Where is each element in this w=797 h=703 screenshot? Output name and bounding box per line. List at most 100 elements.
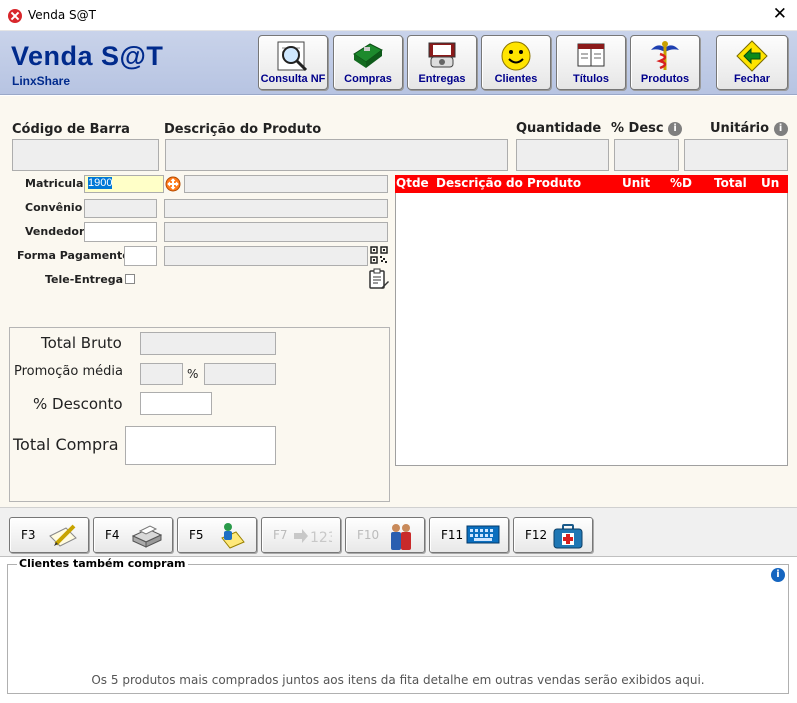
entregas-label: Entregas — [418, 73, 466, 85]
desconto-total-label: % Desconto — [33, 395, 123, 413]
f12-label: F12 — [525, 528, 548, 542]
f11-label: F11 — [441, 528, 464, 542]
grid-col-unit: Unit — [622, 176, 651, 190]
percent-symbol: % — [187, 367, 199, 381]
vendedor-label: Vendedor — [25, 225, 85, 238]
f10-label: F10 — [357, 528, 380, 542]
printer-icon — [131, 525, 163, 548]
quantidade-label: Quantidade — [516, 121, 602, 136]
medical-kit-icon — [553, 524, 583, 549]
quantidade-input[interactable] — [516, 139, 609, 171]
caduceus-icon — [651, 41, 679, 70]
qr-code-icon[interactable] — [370, 246, 388, 264]
cash-register-icon — [353, 43, 383, 68]
window-titlebar: Venda S@T ✕ — [0, 0, 797, 31]
f3-button[interactable]: F3 — [9, 517, 89, 553]
lookup-icon[interactable] — [165, 176, 181, 192]
grid-col-qtde: Qtde — [396, 176, 429, 190]
desconto-total-input[interactable] — [140, 392, 212, 415]
f3-label: F3 — [21, 528, 36, 542]
forma-pagamento-label: Forma Pagamento — [17, 249, 130, 262]
close-icon[interactable]: ✕ — [773, 4, 787, 24]
unitario-info-icon[interactable]: i — [773, 121, 788, 136]
tele-entrega-checkbox[interactable] — [125, 274, 135, 284]
matricula-input[interactable]: 1900 — [84, 175, 164, 193]
fechar-button[interactable]: Fechar — [716, 35, 788, 90]
book-phone-icon — [428, 42, 456, 68]
smiley-icon — [501, 41, 531, 71]
items-grid-header: Qtde Descrição do Produto Unit %D Total … — [395, 175, 788, 193]
vendedor-name-field — [164, 222, 388, 242]
vendedor-input[interactable] — [84, 222, 157, 242]
convenio-input[interactable] — [84, 199, 157, 218]
items-grid-body[interactable] — [395, 193, 788, 466]
produtos-button[interactable]: Produtos — [630, 35, 700, 90]
matricula-name-field — [184, 175, 388, 193]
promocao-media-field — [140, 363, 183, 385]
desconto-info-icon[interactable]: i — [668, 121, 683, 136]
grid-col-un: Un — [761, 176, 780, 190]
info-icon[interactable]: i — [771, 568, 785, 582]
f7-label: F7 — [273, 528, 288, 542]
clientes-button[interactable]: Clientes — [481, 35, 551, 90]
consulta-nf-button[interactable]: Consulta NF — [258, 35, 328, 90]
panel-note: Os 5 produtos mais comprados juntos aos … — [91, 673, 705, 687]
desconto-percent-label: % Desc i — [611, 121, 683, 136]
total-compra-label: Total Compra — [13, 435, 119, 454]
calendar-book-icon — [577, 43, 605, 67]
convenio-name-field — [164, 199, 388, 218]
total-bruto-field — [140, 332, 276, 355]
titulos-label: Títulos — [572, 73, 610, 85]
matricula-value: 1900 — [88, 177, 113, 189]
window-title: Venda S@T — [28, 8, 96, 22]
arrow-left-icon — [736, 40, 768, 72]
forma-pagamento-input[interactable] — [124, 246, 157, 266]
descricao-produto-input[interactable] — [165, 139, 508, 171]
forma-pagamento-name-field — [164, 246, 368, 266]
f5-button[interactable]: F5 — [177, 517, 257, 553]
matricula-label: Matricula — [25, 177, 84, 190]
unitario-label: Unitário i — [710, 121, 788, 136]
titulos-button[interactable]: Títulos — [556, 35, 626, 90]
promocao-media-label: Promoção média — [14, 364, 123, 379]
function-keys-bar: F3 F4 F5 F7 123 F10 — [0, 507, 797, 557]
header-bar: Venda S@T LinxShare Consulta NF Compras … — [0, 31, 797, 95]
pencil-paper-icon — [49, 524, 77, 547]
f7-button[interactable]: F7 123 — [261, 517, 341, 553]
clientes-label: Clientes — [494, 73, 538, 85]
f5-label: F5 — [189, 528, 204, 542]
f4-button[interactable]: F4 — [93, 517, 173, 553]
f4-label: F4 — [105, 528, 120, 542]
entregas-button[interactable]: Entregas — [407, 35, 477, 90]
promocao-percent-field — [204, 363, 276, 385]
clientes-tambem-compram-panel: Clientes também compram i Os 5 produtos … — [7, 557, 789, 694]
f10-button[interactable]: F10 — [345, 517, 425, 553]
person-note-icon — [221, 523, 245, 549]
magnifier-icon — [277, 41, 308, 72]
desconto-input[interactable] — [614, 139, 679, 171]
unitario-input[interactable] — [684, 139, 788, 171]
codigo-barra-label: Código de Barra — [12, 122, 130, 137]
tele-entrega-label: Tele-Entrega — [45, 273, 124, 286]
produtos-label: Produtos — [640, 73, 690, 85]
compras-label: Compras — [344, 73, 392, 85]
svg-text:123: 123 — [310, 530, 332, 546]
unitario-text: Unitário — [710, 121, 770, 136]
grid-col-descricao: Descrição do Produto — [436, 176, 582, 190]
convenio-label: Convênio — [25, 201, 83, 214]
codigo-barra-input[interactable] — [12, 139, 159, 171]
main-area: Código de Barra Descrição do Produto Qua… — [0, 96, 797, 507]
grid-col-desconto: %D — [670, 176, 692, 190]
people-icon — [391, 524, 411, 550]
compras-button[interactable]: Compras — [333, 35, 403, 90]
total-bruto-label: Total Bruto — [41, 334, 122, 352]
brand-title: Venda S@T — [11, 41, 164, 71]
clipboard-edit-icon[interactable] — [368, 268, 390, 290]
total-compra-field — [125, 426, 276, 465]
grid-col-total: Total — [714, 176, 747, 190]
panel-legend: Clientes também compram — [17, 557, 188, 570]
brand-subtitle: LinxShare — [12, 74, 71, 88]
f11-button[interactable]: F11 — [429, 517, 509, 553]
arrow-numbers-icon: 123 — [294, 529, 332, 546]
f12-button[interactable]: F12 — [513, 517, 593, 553]
